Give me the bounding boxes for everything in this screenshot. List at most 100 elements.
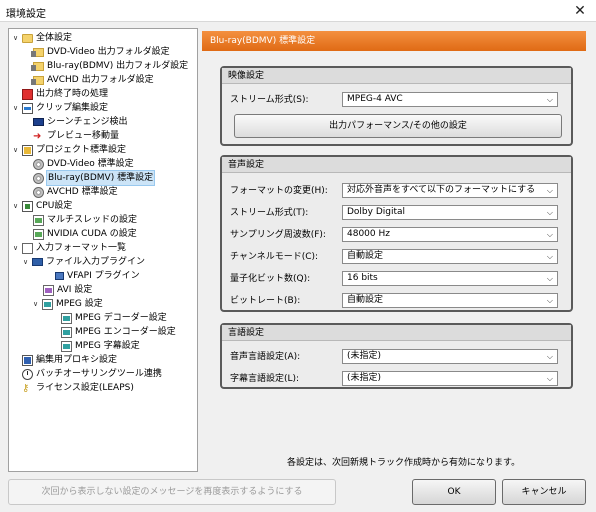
tree-item-batch-authoring[interactable]: バッチオーサリングツール連携	[20, 367, 162, 381]
chevron-down-icon[interactable]: ∨	[21, 255, 30, 269]
select-value: MPEG-4 AVC	[347, 94, 403, 104]
select-value: Dolby Digital	[347, 207, 406, 217]
folder-icon	[22, 33, 33, 43]
tree-item-label: MPEG デコーダー設定	[75, 313, 167, 323]
audio-settings-group: 音声設定 フォーマットの変更(H): 対応外音声をすべて以下のフォーマットにする…	[220, 155, 573, 312]
tree-item-label: シーンチェンジ検出	[47, 117, 128, 127]
tree-item-dvd-defaults[interactable]: DVD-Video 標準設定	[31, 157, 134, 171]
field-label: チャンネルモード(C):	[230, 252, 319, 262]
tree-item-label: DVD-Video 標準設定	[47, 159, 134, 169]
tree-item-project-defaults[interactable]: ∨ プロジェクト標準設定	[11, 143, 126, 157]
field-label: ビットレート(B):	[230, 296, 301, 306]
tree-item-proxy[interactable]: 編集用プロキシ設定	[20, 353, 117, 367]
page-icon	[43, 284, 54, 296]
chevron-down-icon[interactable]: ∨	[11, 241, 20, 255]
tree-item-label: 入力フォーマット一覧	[36, 243, 127, 253]
tree-item-avchd-defaults[interactable]: AVCHD 標準設定	[31, 185, 118, 199]
title-bar: 環境設定 ✕	[0, 0, 596, 22]
tree-item-dvd-output-folder[interactable]: DVD-Video 出力フォルダ設定	[31, 45, 170, 59]
ok-button[interactable]: OK	[412, 479, 496, 505]
chevron-down-icon[interactable]: ∨	[11, 31, 20, 45]
settings-tree[interactable]: ∨ 全体設定 DVD-Video 出力フォルダ設定 Blu-ray(BDMV) …	[8, 28, 198, 472]
stop-icon	[22, 88, 33, 100]
tree-item-scene-change[interactable]: シーンチェンジ検出	[31, 115, 128, 129]
field-label: ストリーム形式(S):	[230, 95, 309, 105]
field-label: 量子化ビット数(Q):	[230, 274, 311, 284]
chevron-down-icon: ⌵	[546, 186, 553, 195]
select-value: (未指定)	[347, 373, 382, 383]
tree-item-label: バッチオーサリングツール連携	[36, 369, 162, 379]
tree-item-mpeg-encoder[interactable]: MPEG エンコーダー設定	[59, 325, 176, 339]
cancel-button[interactable]: キャンセル	[502, 479, 586, 505]
bit-depth-select[interactable]: 16 bits ⌵	[342, 271, 558, 286]
tree-item-label: MPEG 字幕設定	[75, 341, 140, 351]
chevron-down-icon: ⌵	[546, 208, 553, 217]
tree-item-bluray-defaults[interactable]: Blu-ray(BDMV) 標準設定	[31, 170, 156, 186]
chevron-down-icon[interactable]: ∨	[11, 199, 20, 213]
tree-item-nvidia-cuda[interactable]: NVIDIA CUDA の設定	[31, 227, 137, 241]
tree-item-vfapi-plugin[interactable]: VFAPI プラグイン	[53, 269, 140, 283]
video-stream-format-select[interactable]: MPEG-4 AVC ⌵	[342, 92, 558, 107]
disc-icon	[33, 158, 44, 170]
film-folder-icon	[31, 61, 44, 71]
field-label: ストリーム形式(T):	[230, 208, 309, 218]
plugin-icon	[32, 258, 43, 266]
tree-item-avchd-output-folder[interactable]: AVCHD 出力フォルダ設定	[31, 73, 154, 87]
page-icon	[33, 214, 44, 226]
page-icon	[42, 298, 53, 310]
tree-item-label: NVIDIA CUDA の設定	[47, 229, 137, 239]
restore-messages-button[interactable]: 次回から表示しない設定のメッセージを再度表示するようにする	[8, 479, 336, 505]
bitrate-select[interactable]: 自動設定 ⌵	[342, 293, 558, 308]
page-icon	[61, 340, 72, 352]
chevron-down-icon: ⌵	[546, 352, 553, 361]
film-folder-icon	[31, 75, 44, 85]
channel-mode-select[interactable]: 自動設定 ⌵	[342, 249, 558, 264]
tree-item-label: Blu-ray(BDMV) 標準設定	[45, 170, 156, 186]
clip-icon	[22, 102, 33, 114]
audio-language-select[interactable]: (未指定) ⌵	[342, 349, 558, 364]
select-value: (未指定)	[347, 351, 382, 361]
language-settings-group: 言語設定 音声言語設定(A): (未指定) ⌵ 字幕言語設定(L): (未指定)…	[220, 323, 573, 389]
format-change-select[interactable]: 対応外音声をすべて以下のフォーマットにする ⌵	[342, 183, 558, 198]
select-value: 自動設定	[347, 295, 384, 305]
output-performance-button[interactable]: 出力パフォーマンス/その他の設定	[234, 114, 562, 138]
tree-item-mpeg[interactable]: ∨ MPEG 設定	[31, 297, 103, 311]
select-value: 自動設定	[347, 251, 384, 261]
tree-item-label: MPEG エンコーダー設定	[75, 327, 176, 337]
tree-item-label: ファイル入力プラグイン	[46, 257, 146, 267]
tree-item-bluray-output-folder[interactable]: Blu-ray(BDMV) 出力フォルダ設定	[31, 59, 188, 73]
tree-item-label: 全体設定	[36, 33, 73, 43]
page-icon	[61, 326, 72, 338]
chevron-down-icon[interactable]: ∨	[31, 297, 40, 311]
tree-item-preview-step[interactable]: ➜ プレビュー移動量	[31, 129, 119, 143]
tree-item-clip-edit[interactable]: ∨ クリップ編集設定	[11, 101, 108, 115]
tree-item-mpeg-subtitle[interactable]: MPEG 字幕設定	[59, 339, 140, 353]
chevron-down-icon: ⌵	[546, 230, 553, 239]
tree-item-cpu[interactable]: ∨ CPU設定	[11, 199, 72, 213]
disc-icon	[33, 172, 44, 184]
tree-item-mpeg-decoder[interactable]: MPEG デコーダー設定	[59, 311, 167, 325]
select-value: 48000 Hz	[347, 229, 390, 239]
tree-item-multithread[interactable]: マルチスレッドの設定	[31, 213, 137, 227]
tree-item-label: AVCHD 標準設定	[47, 187, 118, 197]
chevron-down-icon[interactable]: ∨	[11, 143, 20, 157]
audio-stream-format-select[interactable]: Dolby Digital ⌵	[342, 205, 558, 220]
tree-item-label: MPEG 設定	[56, 299, 103, 309]
tree-item-general[interactable]: ∨ 全体設定	[11, 31, 72, 45]
tree-item-license[interactable]: ⚷ ライセンス設定(LEAPS)	[20, 381, 134, 395]
close-icon[interactable]: ✕	[570, 1, 590, 21]
project-icon	[22, 144, 33, 156]
chevron-down-icon[interactable]: ∨	[11, 101, 20, 115]
select-value: 対応外音声をすべて以下のフォーマットにする	[347, 185, 536, 195]
tree-item-label: クリップ編集設定	[36, 103, 109, 113]
tree-item-input-formats[interactable]: ∨ 入力フォーマット一覧	[11, 241, 126, 255]
tree-item-file-input-plugins[interactable]: ∨ ファイル入力プラグイン	[21, 255, 145, 269]
tree-item-label: CPU設定	[36, 201, 73, 211]
tree-item-label: AVI 設定	[57, 285, 93, 295]
tree-item-output-end-action[interactable]: 出力終了時の処理	[20, 87, 108, 101]
sampling-rate-select[interactable]: 48000 Hz ⌵	[342, 227, 558, 242]
tree-item-avi[interactable]: AVI 設定	[41, 283, 92, 297]
page-icon	[33, 228, 44, 240]
tree-item-label: Blu-ray(BDMV) 出力フォルダ設定	[47, 61, 189, 71]
subtitle-language-select[interactable]: (未指定) ⌵	[342, 371, 558, 386]
